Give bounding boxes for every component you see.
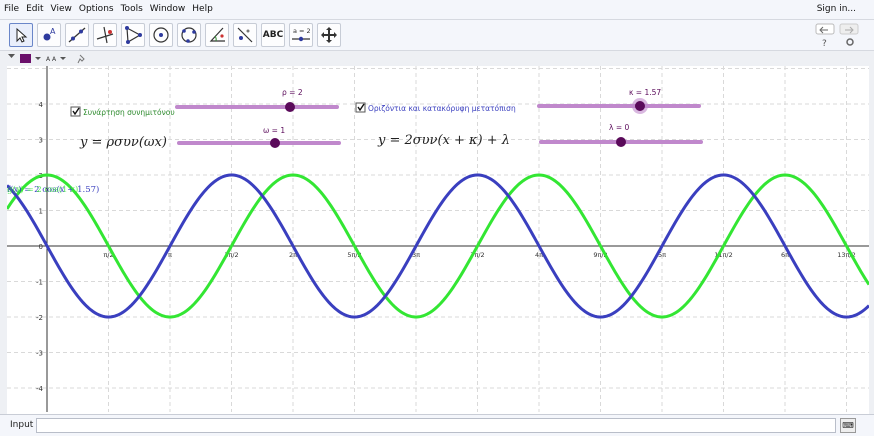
y-tick-label: 3 bbox=[39, 137, 43, 145]
slider-lambda-label: λ = 0 bbox=[609, 123, 629, 132]
slider-rho-label: ρ = 2 bbox=[282, 88, 303, 97]
move-cross-icon bbox=[321, 27, 337, 43]
grid-lines bbox=[7, 66, 869, 412]
y-tick-labels: 43210-1-2-3-4 bbox=[36, 101, 44, 393]
slider-knob bbox=[616, 137, 626, 147]
formula-kappa-lambda: y = 2συν(x + κ) + λ bbox=[377, 133, 510, 148]
menu-edit[interactable]: Edit bbox=[26, 4, 43, 14]
chevron-down-icon bbox=[60, 57, 66, 60]
formula-rho-omega: y = ρσυν(ωx) bbox=[79, 135, 167, 150]
checkbox1-label: Συνάρτηση συνημιτόνου bbox=[83, 108, 175, 117]
slider-kappa[interactable]: κ = 1.57 bbox=[537, 88, 701, 114]
reflect-icon bbox=[237, 27, 253, 43]
slider-tool-label: a = 2 bbox=[293, 27, 311, 35]
help-icon: ? bbox=[822, 39, 827, 49]
right-border bbox=[869, 66, 874, 414]
line-icon bbox=[68, 27, 86, 43]
input-field[interactable] bbox=[36, 418, 836, 433]
toolbar: A ABC a = 2 ? bbox=[0, 20, 874, 51]
color-swatch-button[interactable] bbox=[20, 54, 31, 63]
left-border bbox=[0, 66, 7, 414]
x-tick-labels: π/2 π 3π/2 2π 5π/2 3π 7π/2 4π 9π/2 5π 11π/2 6π 13π/2 bbox=[103, 251, 855, 259]
toggle-stylebar-icon bbox=[8, 54, 15, 58]
redo-button[interactable] bbox=[839, 23, 859, 35]
y-tick-label: -4 bbox=[36, 385, 44, 393]
circle-tool-button[interactable] bbox=[149, 23, 173, 47]
slider-knob bbox=[635, 101, 645, 111]
menu-options[interactable]: Options bbox=[79, 4, 114, 14]
slider-lambda[interactable]: λ = 0 bbox=[539, 123, 703, 147]
text-tool-button[interactable]: ABC bbox=[261, 23, 285, 47]
slider-icon: a = 2 bbox=[292, 27, 311, 42]
reflect-tool-button[interactable] bbox=[233, 23, 257, 47]
y-tick-label: 1 bbox=[39, 208, 43, 216]
y-tick-label: 0 bbox=[39, 243, 43, 251]
text-tool-label: ABC bbox=[262, 30, 284, 40]
y-tick-label: -1 bbox=[36, 279, 43, 287]
move-graphics-tool-button[interactable] bbox=[317, 23, 341, 47]
y-tick-label: -3 bbox=[36, 350, 43, 358]
graphics-view[interactable]: 4 3 2 1 0 -1 -2 -3 -4 π/2 π 3π/2 2π 5π/2 3π 7π/2 4π 9π/2… bbox=[5, 66, 871, 412]
chevron-down-icon bbox=[35, 57, 41, 60]
style-bar-controls: A A bbox=[8, 54, 85, 64]
slider-tool-button[interactable]: a = 2 bbox=[289, 23, 313, 47]
slider-knob bbox=[285, 102, 295, 112]
style-bar: A A bbox=[0, 51, 874, 67]
slider-kappa-label: κ = 1.57 bbox=[629, 88, 661, 97]
polygon-tool-button[interactable] bbox=[121, 23, 145, 47]
arrow-cursor-icon bbox=[16, 27, 28, 43]
undo-redo-icons: ? bbox=[815, 23, 859, 49]
slider-omega-label: ω = 1 bbox=[263, 126, 285, 135]
angle-icon bbox=[209, 27, 225, 42]
undo-redo-group: ? bbox=[812, 23, 864, 49]
menu-bar: File Edit View Options Tools Window Help… bbox=[0, 0, 874, 20]
font-size-icon: A A bbox=[46, 56, 57, 63]
sign-in-link[interactable]: Sign in... bbox=[817, 4, 856, 14]
input-label: Input bbox=[10, 420, 34, 430]
move-tool-button[interactable] bbox=[9, 23, 33, 47]
checkbox-shift[interactable]: Οριζόντια και κατακόρυφη μετατόπιση bbox=[355, 102, 516, 113]
menu-window[interactable]: Window bbox=[150, 4, 186, 14]
y-tick-label: -2 bbox=[36, 314, 43, 322]
circle-icon bbox=[153, 27, 169, 43]
circle-three-points-icon bbox=[181, 27, 197, 43]
axes bbox=[7, 66, 869, 412]
input-bar: Input ⌨ bbox=[0, 414, 874, 436]
angle-tool-button[interactable] bbox=[205, 23, 229, 47]
point-icon: A bbox=[43, 27, 56, 41]
perpendicular-tool-button[interactable] bbox=[93, 23, 117, 47]
menu-help[interactable]: Help bbox=[192, 4, 213, 14]
gear-icon bbox=[846, 38, 854, 46]
menu-tools[interactable]: Tools bbox=[121, 4, 143, 14]
conic-tool-button[interactable] bbox=[177, 23, 201, 47]
checkbox-cosine-function[interactable]: Συνάρτηση συνημιτόνου bbox=[70, 106, 175, 117]
perpendicular-icon bbox=[96, 26, 114, 44]
curve-label-green: g(x) = 2 cos(1 x) bbox=[7, 184, 78, 195]
slider-omega[interactable]: ω = 1 bbox=[177, 126, 341, 148]
line-tool-button[interactable] bbox=[65, 23, 89, 47]
pin-icon[interactable] bbox=[77, 54, 85, 64]
slider-rho[interactable]: ρ = 2 bbox=[175, 88, 339, 112]
x-tick-label: π bbox=[168, 251, 172, 259]
keyboard-icon[interactable]: ⌨ bbox=[840, 418, 856, 433]
svg-text:A: A bbox=[50, 27, 56, 36]
point-tool-button[interactable]: A bbox=[37, 23, 61, 47]
y-tick-label: 4 bbox=[39, 101, 44, 109]
checkbox2-label: Οριζόντια και κατακόρυφη μετατόπιση bbox=[368, 104, 516, 113]
slider-knob bbox=[270, 138, 280, 148]
menu-items: File Edit View Options Tools Window Help bbox=[4, 4, 213, 14]
undo-button[interactable] bbox=[815, 23, 835, 35]
menu-view[interactable]: View bbox=[51, 4, 72, 14]
menu-file[interactable]: File bbox=[4, 4, 19, 14]
polygon-icon bbox=[125, 26, 142, 44]
function-plot[interactable]: 43210-1-2-3-4 π/2 π 3π/2 2π 5π/2 3π 7π/2 4π 9π/2… bbox=[5, 66, 871, 412]
